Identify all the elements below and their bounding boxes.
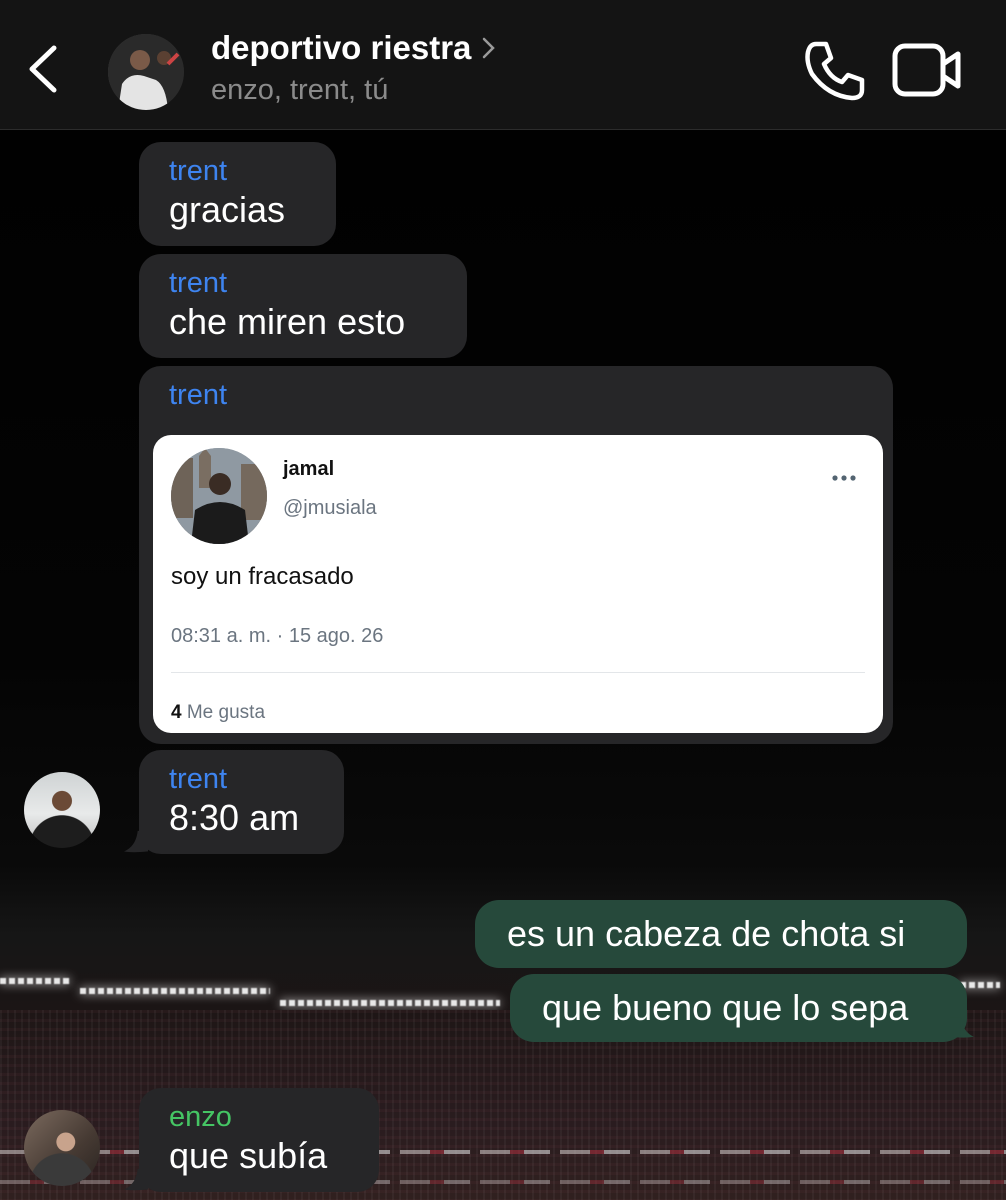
outgoing-message-bubble[interactable]: es un cabeza de chota si [475,900,967,968]
tweet-avatar [171,448,267,544]
chevron-right-icon [481,36,501,60]
tweet-timestamp: 08:31 a. m. · 15 ago. 26 [171,625,384,647]
message-text: gracias [169,189,286,230]
message-text: que bueno que lo sepa [542,987,909,1028]
message-sender: trent [169,379,228,411]
bubble-tail [124,830,148,853]
avatar-trent[interactable] [24,772,100,848]
tweet-author-name: jamal [283,458,335,480]
message-sender: trent [169,155,228,187]
message-bubble[interactable]: trent gracias [139,142,336,246]
tweet-author-handle: @jmusiala [283,497,377,519]
message-text: que subía [169,1135,328,1176]
tweet-likes-count: 4 [171,702,182,723]
message-text: che miren esto [169,301,406,342]
tweet-likes-label: Me gusta [186,702,266,723]
chat-members: enzo, trent, tú [211,74,389,106]
message-bubble[interactable]: enzo que subía [139,1088,379,1192]
tweet-divider [171,672,865,673]
phone-icon [805,41,865,101]
chat-title: deportivo riestra [211,29,472,66]
chevron-left-icon [29,45,57,93]
bubble-tail [124,1168,148,1191]
message-sender: enzo [169,1101,232,1133]
tweet-text: soy un fracasado [171,563,354,590]
back-button[interactable] [18,38,68,100]
video-camera-icon [892,43,961,97]
message-sender: trent [169,267,228,299]
group-avatar[interactable] [108,34,184,110]
chat-title-row[interactable]: deportivo riestra [211,28,501,68]
avatar-enzo[interactable] [24,1110,100,1186]
bubble-tail [950,1017,974,1038]
message-bubble[interactable]: trent che miren esto [139,254,467,358]
message-text: 8:30 am [169,797,300,838]
tweet-likes: 4 Me gusta [171,702,265,724]
chat-header: deportivo riestra enzo, trent, tú [0,0,1006,130]
outgoing-message-bubble[interactable]: que bueno que lo sepa [510,974,967,1042]
tweet-card[interactable]: jamal @jmusiala soy un fracasado 08:31 a… [153,435,883,733]
more-options-icon[interactable] [831,471,857,483]
message-text: es un cabeza de chota si [507,913,906,954]
message-bubble[interactable]: trent 8:30 am [139,750,344,854]
call-button[interactable] [802,38,868,104]
message-sender: trent [169,763,228,795]
video-call-button[interactable] [890,40,964,100]
